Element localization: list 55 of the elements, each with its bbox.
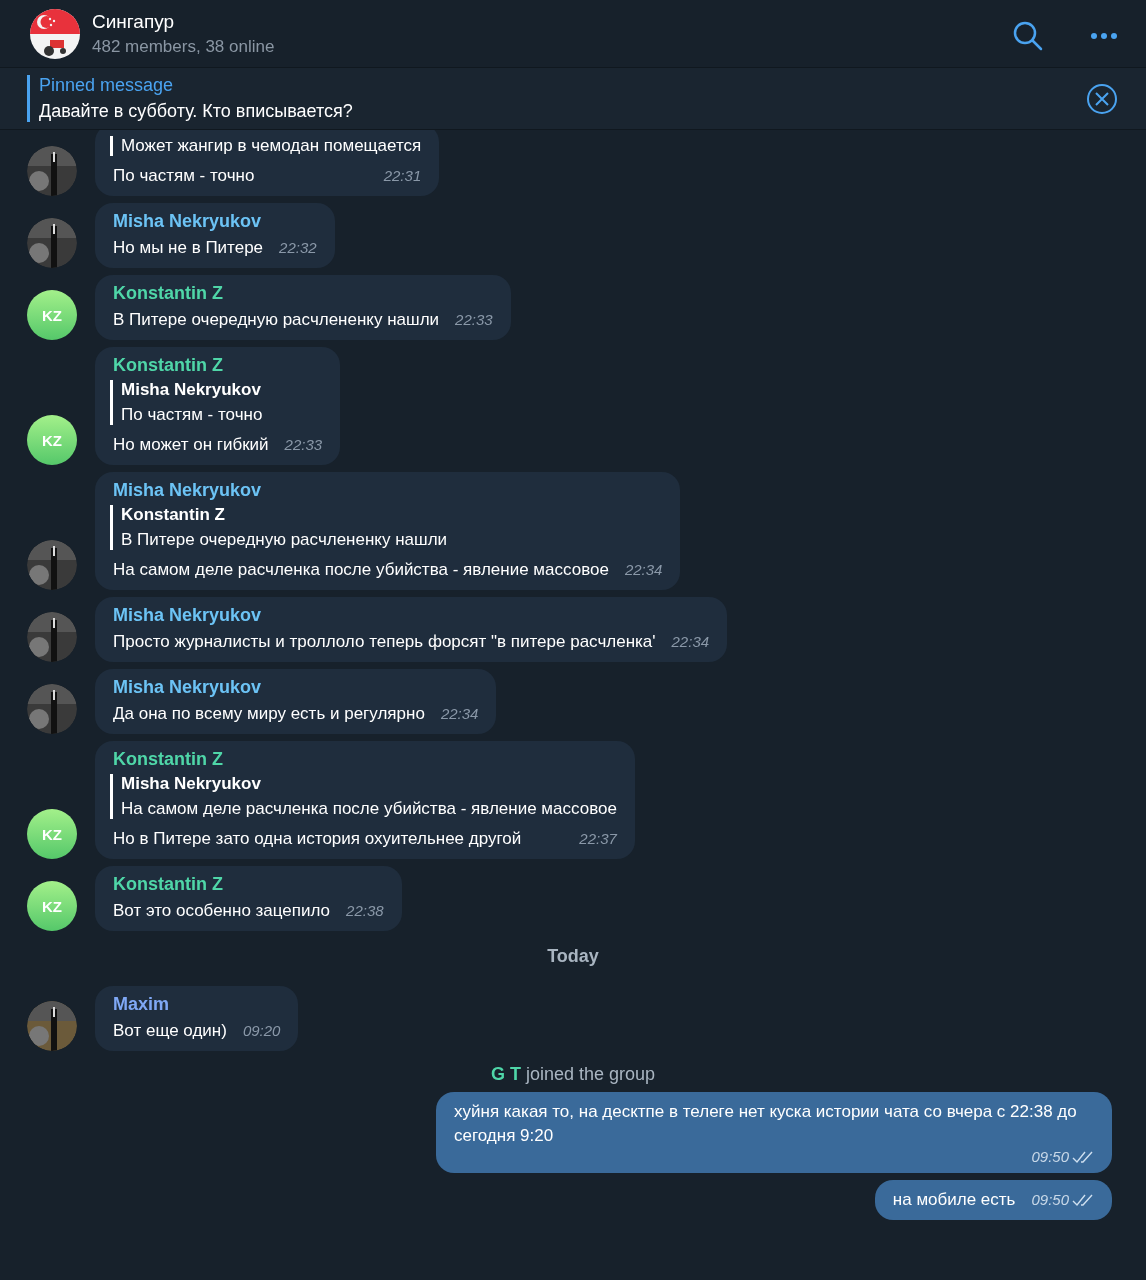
service-text: joined the group: [525, 1064, 656, 1085]
message-text: На самом деле расчленка после убийства - явление массовое: [113, 559, 609, 581]
pinned-text: Давайте в субботу. Кто вписывается?: [39, 101, 354, 122]
message-text: на мобиле есть: [892, 1189, 1016, 1211]
message-time: 22:38: [346, 902, 384, 919]
message-text: Да она по всему миру есть и регулярно: [113, 703, 425, 725]
reply-text: На самом деле расчленка после убийства - явление массовое: [121, 799, 617, 819]
reply-text: В Питере очередную расчлененку нашли: [121, 530, 449, 550]
sender-name: Konstantin Z: [113, 355, 224, 376]
member-name[interactable]: G T: [490, 1064, 521, 1085]
message-time: 09:50: [1031, 1148, 1069, 1165]
sender-name: Misha Nekryukov: [113, 605, 263, 626]
pinned-label: Pinned message: [39, 75, 175, 96]
sender-name: Konstantin Z: [113, 749, 224, 770]
sender-name: Misha Nekryukov: [113, 677, 263, 698]
reply-name: Misha Nekryukov: [121, 774, 262, 794]
message-time: 22:37: [579, 830, 617, 847]
chat-title: Сингапур: [92, 10, 176, 33]
avatar: KZ: [27, 881, 77, 931]
sender-name: Konstantin Z: [113, 283, 224, 304]
message-text: По частям - точно: [113, 165, 255, 187]
sender-name: Konstantin Z: [113, 874, 224, 895]
reply-name: Misha Nekryukov: [121, 380, 262, 400]
sender-name: Maxim: [113, 994, 171, 1015]
message-text: Просто журналисты и троллоло теперь форсят "в питере расчленка': [113, 631, 656, 653]
avatar: KZ: [27, 809, 77, 859]
message-time: 22:33: [455, 311, 493, 328]
more-icon[interactable]: [1090, 31, 1118, 40]
message-text: В Питере очередную расчлененку нашли: [113, 309, 440, 331]
sender-name: Misha Nekryukov: [113, 211, 263, 232]
member-count: 482 members, 38 online: [92, 36, 276, 57]
message-time: 22:34: [624, 561, 663, 578]
message-text: Вот еще один): [113, 1020, 227, 1042]
date-divider: Today: [547, 945, 599, 968]
message-time: 09:20: [242, 1022, 281, 1039]
message-time: 22:31: [383, 167, 422, 184]
message-time: 09:50: [1031, 1191, 1069, 1208]
message-time: 22:32: [279, 239, 317, 256]
reply-text: Может жангир в чемодан помещается: [121, 136, 422, 156]
message-text: Но может он гибкий: [113, 434, 269, 456]
reply-name: Konstantin Z: [121, 505, 226, 525]
search-icon[interactable]: [1012, 19, 1044, 52]
message-time: 22:34: [671, 633, 710, 650]
message-text: хуйня какая то, на десктпе в телеге нет куска истории чата со вчера с 22:38 до сегодня 9:20: [454, 1101, 1078, 1147]
close-icon[interactable]: [1086, 82, 1118, 115]
message-text: Вот это особенно зацепило: [113, 900, 331, 922]
sender-name: Misha Nekryukov: [113, 480, 263, 501]
message-time: 22:33: [284, 436, 323, 453]
avatar: KZ: [27, 415, 77, 465]
pinned-bar[interactable]: Pinned message Давайте в субботу. Кто вписывается?: [0, 68, 1146, 130]
avatar: KZ: [27, 290, 77, 340]
message-time: 22:34: [440, 705, 479, 722]
message-text: Но в Питере зато одна история охуительнее другой: [113, 828, 522, 850]
reply-text: По частям - точно: [121, 405, 264, 425]
message-text: Но мы не в Питере: [113, 237, 264, 259]
